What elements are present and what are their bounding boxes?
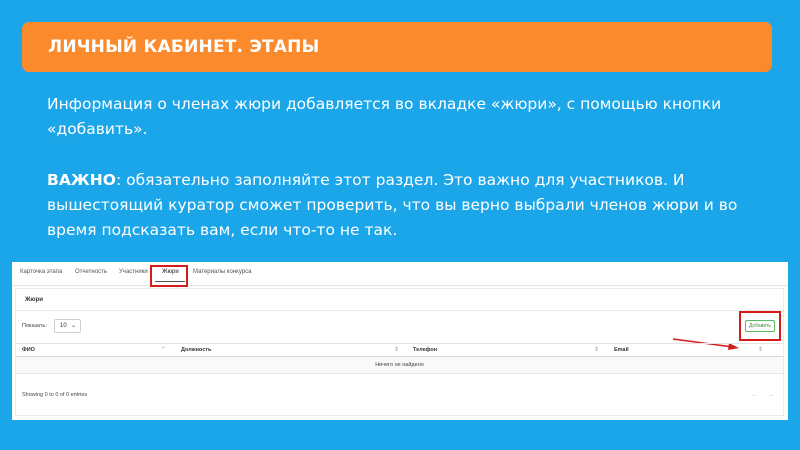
- embedded-screenshot: Карточка этапа Отчетность Участники Жюри…: [12, 262, 788, 420]
- page-size-label: Показать:: [22, 323, 47, 329]
- sort-icon[interactable]: ⇕: [594, 346, 599, 353]
- column-header-position[interactable]: Должность: [181, 347, 211, 353]
- table-header: ФИО ⌃ Должность ⇕ Телефон ⇕ Email ⇕: [16, 343, 783, 357]
- tab-materials[interactable]: Материалы конкурса: [193, 269, 251, 275]
- tab-stage-card[interactable]: Карточка этапа: [20, 269, 62, 275]
- tab-bar: Карточка этапа Отчетность Участники Жюри…: [12, 262, 788, 287]
- entries-info: Showing 0 to 0 of 0 entries: [22, 392, 88, 398]
- jury-card: Жюри Показать: 10 ⌄ Добавить ФИО ⌃ Должн…: [15, 288, 784, 416]
- important-paragraph: ВАЖНО: обязательно заполняйте этот разде…: [47, 168, 767, 243]
- add-button[interactable]: Добавить: [745, 320, 775, 332]
- next-page-button[interactable]: →: [768, 392, 774, 398]
- column-header-phone[interactable]: Телефон: [413, 347, 437, 353]
- info-paragraph: Информация о членах жюри добавляется во …: [47, 95, 722, 138]
- title-bar: ЛИЧНЫЙ КАБИНЕТ. ЭТАПЫ: [22, 22, 772, 72]
- page-size-value: 10: [60, 323, 67, 329]
- sort-icon[interactable]: ⇕: [394, 346, 399, 353]
- column-header-name[interactable]: ФИО: [22, 347, 35, 353]
- column-header-email[interactable]: Email: [614, 347, 629, 353]
- chevron-down-icon: ⌄: [70, 323, 76, 329]
- tab-participants[interactable]: Участники: [119, 269, 148, 275]
- important-text: : обязательно заполняйте этот раздел. Эт…: [47, 171, 738, 239]
- divider: [16, 310, 783, 311]
- sort-icon[interactable]: ⌃: [161, 346, 166, 353]
- table-row: Ничего не найдено: [16, 357, 783, 374]
- tab-jury-highlight: [150, 265, 188, 287]
- tab-reports[interactable]: Отчетность: [75, 269, 107, 275]
- important-label: ВАЖНО: [47, 171, 116, 189]
- page-title: ЛИЧНЫЙ КАБИНЕТ. ЭТАПЫ: [48, 37, 320, 57]
- sort-icon[interactable]: ⇕: [758, 346, 763, 353]
- prev-page-button[interactable]: ←: [752, 392, 758, 398]
- empty-message: Ничего не найдено: [375, 362, 424, 368]
- page-size-select[interactable]: 10 ⌄: [54, 319, 81, 333]
- card-title: Жюри: [25, 297, 43, 303]
